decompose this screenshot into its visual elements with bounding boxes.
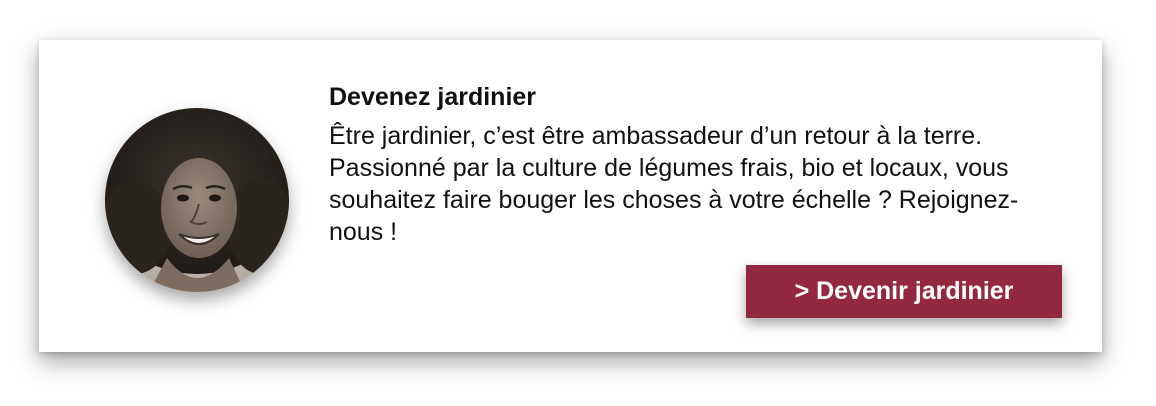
card-description: Être jardinier, c’est être ambassadeur d… xyxy=(329,122,1019,246)
gardener-card: Devenez jardinier Être jardinier, c’est … xyxy=(39,40,1102,352)
card-title: Devenez jardinier xyxy=(329,83,537,111)
avatar xyxy=(105,108,289,292)
become-gardener-button[interactable]: > Devenir jardinier xyxy=(746,265,1062,318)
